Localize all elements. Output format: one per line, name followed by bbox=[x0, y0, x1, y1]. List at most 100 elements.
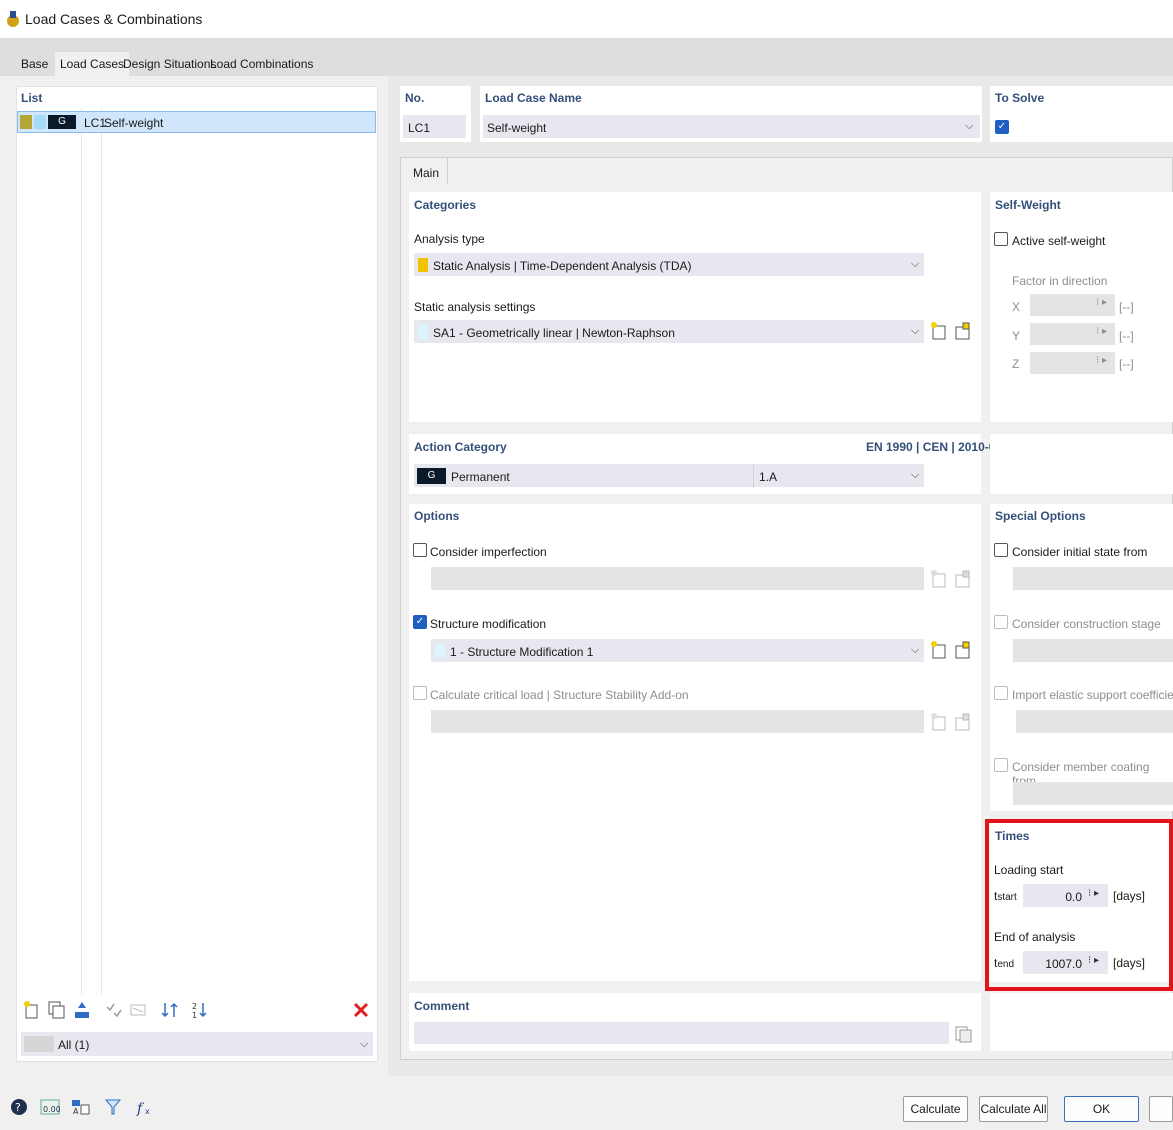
initial-state-select[interactable] bbox=[1013, 567, 1173, 590]
options-title: Options bbox=[414, 509, 460, 523]
tab-main[interactable]: Main bbox=[400, 157, 448, 184]
cancel-button[interactable] bbox=[1149, 1096, 1173, 1122]
app-icon bbox=[7, 11, 19, 27]
to-solve-label: To Solve bbox=[995, 91, 1045, 105]
new-critical-load-icon[interactable] bbox=[929, 712, 949, 732]
tab-load-combinations[interactable]: Load Combinations bbox=[205, 52, 318, 76]
edit-modification-icon[interactable] bbox=[953, 640, 973, 660]
analysis-type-select[interactable]: Static Analysis | Time-Dependent Analysi… bbox=[414, 253, 924, 276]
units-icon[interactable]: 0.00 bbox=[40, 1097, 60, 1117]
formula-icon[interactable]: fx bbox=[135, 1097, 155, 1117]
uncheck-all-icon[interactable] bbox=[128, 1000, 148, 1020]
member-coating-checkbox[interactable] bbox=[994, 758, 1008, 772]
divider bbox=[753, 465, 754, 488]
structure-modification-checkbox[interactable]: ✓ bbox=[413, 615, 427, 629]
svg-text:?: ? bbox=[15, 1101, 21, 1114]
load-case-name-label: Load Case Name bbox=[485, 91, 582, 105]
factor-x-input[interactable]: ⁝ ▸ bbox=[1030, 294, 1115, 316]
construction-stage-select[interactable] bbox=[1013, 639, 1173, 662]
svg-text:x: x bbox=[145, 1107, 150, 1116]
action-category-title: Action Category bbox=[414, 440, 507, 454]
comment-title: Comment bbox=[414, 999, 470, 1013]
action-category-code: 1.A bbox=[759, 470, 778, 484]
imperfection-select[interactable] bbox=[431, 567, 924, 590]
load-case-name-value: Self-weight bbox=[487, 121, 547, 135]
new-modification-icon[interactable] bbox=[929, 640, 949, 660]
filter-icon[interactable] bbox=[103, 1097, 123, 1117]
action-category-select[interactable]: G Permanent 1.A ⌵ bbox=[414, 464, 924, 488]
svg-text:2: 2 bbox=[192, 1002, 197, 1011]
elastic-support-select[interactable] bbox=[1016, 710, 1173, 733]
tab-base[interactable]: Base bbox=[16, 52, 53, 76]
consider-imperfection-checkbox[interactable] bbox=[413, 543, 427, 557]
factor-z-input[interactable]: ⁝ ▸ bbox=[1030, 352, 1115, 374]
help-icon[interactable]: ? bbox=[9, 1097, 29, 1117]
calculate-all-button[interactable]: Calculate All bbox=[979, 1096, 1048, 1122]
action-category-standard: EN 1990 | CEN | 2010-04 bbox=[866, 440, 1003, 454]
chevron-down-icon: ⌵ bbox=[965, 120, 974, 132]
delete-icon[interactable] bbox=[351, 1000, 371, 1020]
calculate-button[interactable]: Calculate bbox=[903, 1096, 968, 1122]
construction-stage-checkbox[interactable] bbox=[994, 615, 1008, 629]
svg-text:f: f bbox=[136, 1101, 145, 1117]
active-self-weight-checkbox[interactable] bbox=[994, 232, 1008, 246]
svg-text:A: A bbox=[73, 1107, 79, 1116]
factor-z-unit: [--] bbox=[1119, 357, 1134, 371]
modification-color-swatch bbox=[435, 644, 445, 658]
edit-imperfection-icon[interactable] bbox=[953, 569, 973, 589]
list-item-name: Self-weight bbox=[104, 116, 164, 130]
structure-modification-label: Structure modification bbox=[430, 617, 547, 631]
active-self-weight-label: Active self-weight bbox=[1012, 234, 1106, 248]
factor-x-label: X bbox=[1012, 300, 1021, 314]
critical-load-select[interactable] bbox=[431, 710, 924, 733]
settings-color-swatch bbox=[418, 325, 428, 339]
action-category-value: Permanent bbox=[451, 470, 510, 484]
ok-button[interactable]: OK bbox=[1064, 1096, 1139, 1122]
elastic-support-checkbox[interactable] bbox=[994, 686, 1008, 700]
factor-x-unit: [--] bbox=[1119, 300, 1134, 314]
renumber-sort-icon[interactable]: 21 bbox=[191, 1000, 211, 1020]
new-item-icon[interactable] bbox=[22, 1000, 42, 1020]
comment-edit-icon[interactable] bbox=[953, 1023, 973, 1043]
edit-settings-icon[interactable] bbox=[953, 321, 973, 341]
text-editor-icon[interactable]: A bbox=[71, 1097, 91, 1117]
special-options-title: Special Options bbox=[995, 509, 1086, 523]
member-coating-select[interactable] bbox=[1013, 782, 1173, 805]
list-item-id: LC1 bbox=[84, 116, 107, 130]
sort-icon[interactable] bbox=[160, 1000, 180, 1020]
action-badge: G bbox=[48, 115, 76, 129]
static-settings-label: Static analysis settings bbox=[414, 300, 536, 314]
load-case-name-select[interactable]: Self-weight ⌵ bbox=[483, 115, 980, 138]
static-settings-select[interactable]: SA1 - Geometrically linear | Newton-Raph… bbox=[414, 320, 924, 343]
action-category-side-panel bbox=[990, 434, 1173, 494]
spinner-icon: ⁝ ▸ bbox=[1096, 355, 1107, 366]
spinner-icon: ⁝ ▸ bbox=[1096, 297, 1107, 308]
analysis-type-label: Analysis type bbox=[414, 232, 485, 246]
copy-item-icon[interactable] bbox=[47, 1000, 67, 1020]
chevron-down-icon: ⌵ bbox=[911, 644, 920, 656]
factor-y-label: Y bbox=[1012, 329, 1021, 343]
factor-y-input[interactable]: ⁝ ▸ bbox=[1030, 323, 1115, 345]
categories-title: Categories bbox=[414, 198, 477, 212]
number-label: No. bbox=[405, 91, 425, 105]
comment-input[interactable] bbox=[414, 1022, 949, 1044]
initial-state-checkbox[interactable] bbox=[994, 543, 1008, 557]
new-settings-icon[interactable] bbox=[929, 321, 949, 341]
list-filter-select[interactable]: All (1) ⌵ bbox=[21, 1032, 373, 1056]
list-item[interactable]: G LC1 Self-weight bbox=[17, 111, 376, 133]
edit-critical-load-icon[interactable] bbox=[953, 712, 973, 732]
structure-modification-select[interactable]: 1 - Structure Modification 1 ⌵ bbox=[431, 639, 924, 662]
factor-direction-label: Factor in direction bbox=[1012, 274, 1108, 288]
critical-load-checkbox[interactable] bbox=[413, 686, 427, 700]
check-all-icon[interactable] bbox=[104, 1000, 124, 1020]
number-value: LC1 bbox=[408, 121, 431, 135]
to-solve-checkbox[interactable]: ✓ bbox=[995, 120, 1009, 134]
number-field[interactable]: LC1 bbox=[403, 115, 466, 138]
action-badge: G bbox=[417, 468, 446, 484]
tab-main-label: Main bbox=[413, 166, 440, 180]
initial-state-label: Consider initial state from bbox=[1012, 545, 1148, 559]
new-imperfection-icon[interactable] bbox=[929, 569, 949, 589]
renumber-icon[interactable] bbox=[72, 1000, 92, 1020]
analysis-color-swatch bbox=[418, 258, 428, 272]
list-panel bbox=[16, 86, 378, 1062]
